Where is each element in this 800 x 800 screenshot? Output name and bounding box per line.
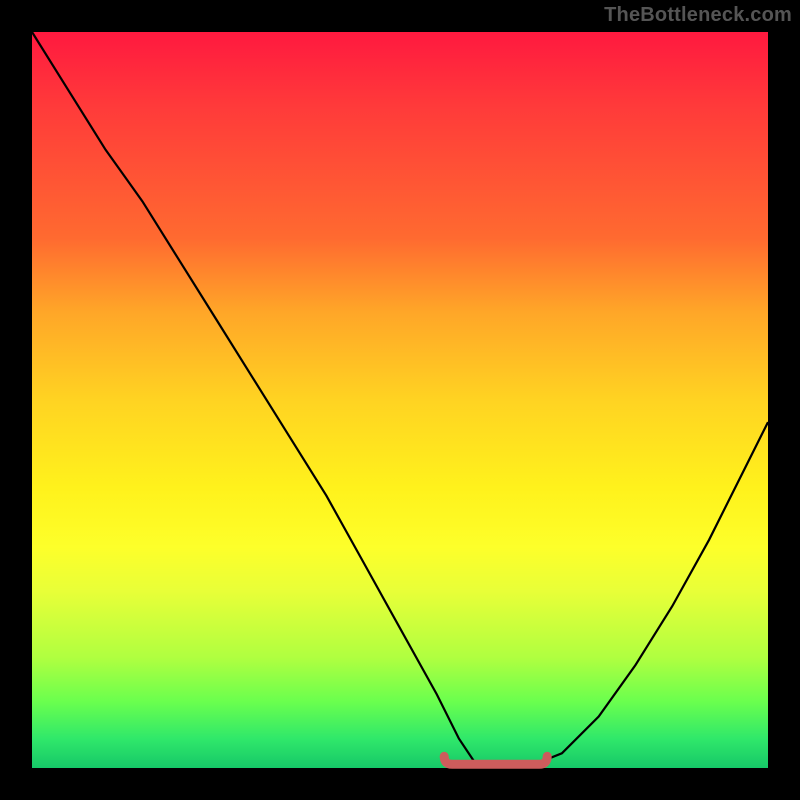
bottleneck-chart: TheBottleneck.com xyxy=(0,0,800,800)
watermark-label: TheBottleneck.com xyxy=(604,4,792,27)
bottleneck-curve-line xyxy=(32,32,768,768)
chart-svg xyxy=(32,32,768,768)
plot-area xyxy=(32,32,768,768)
optimal-range-mark xyxy=(444,756,547,764)
